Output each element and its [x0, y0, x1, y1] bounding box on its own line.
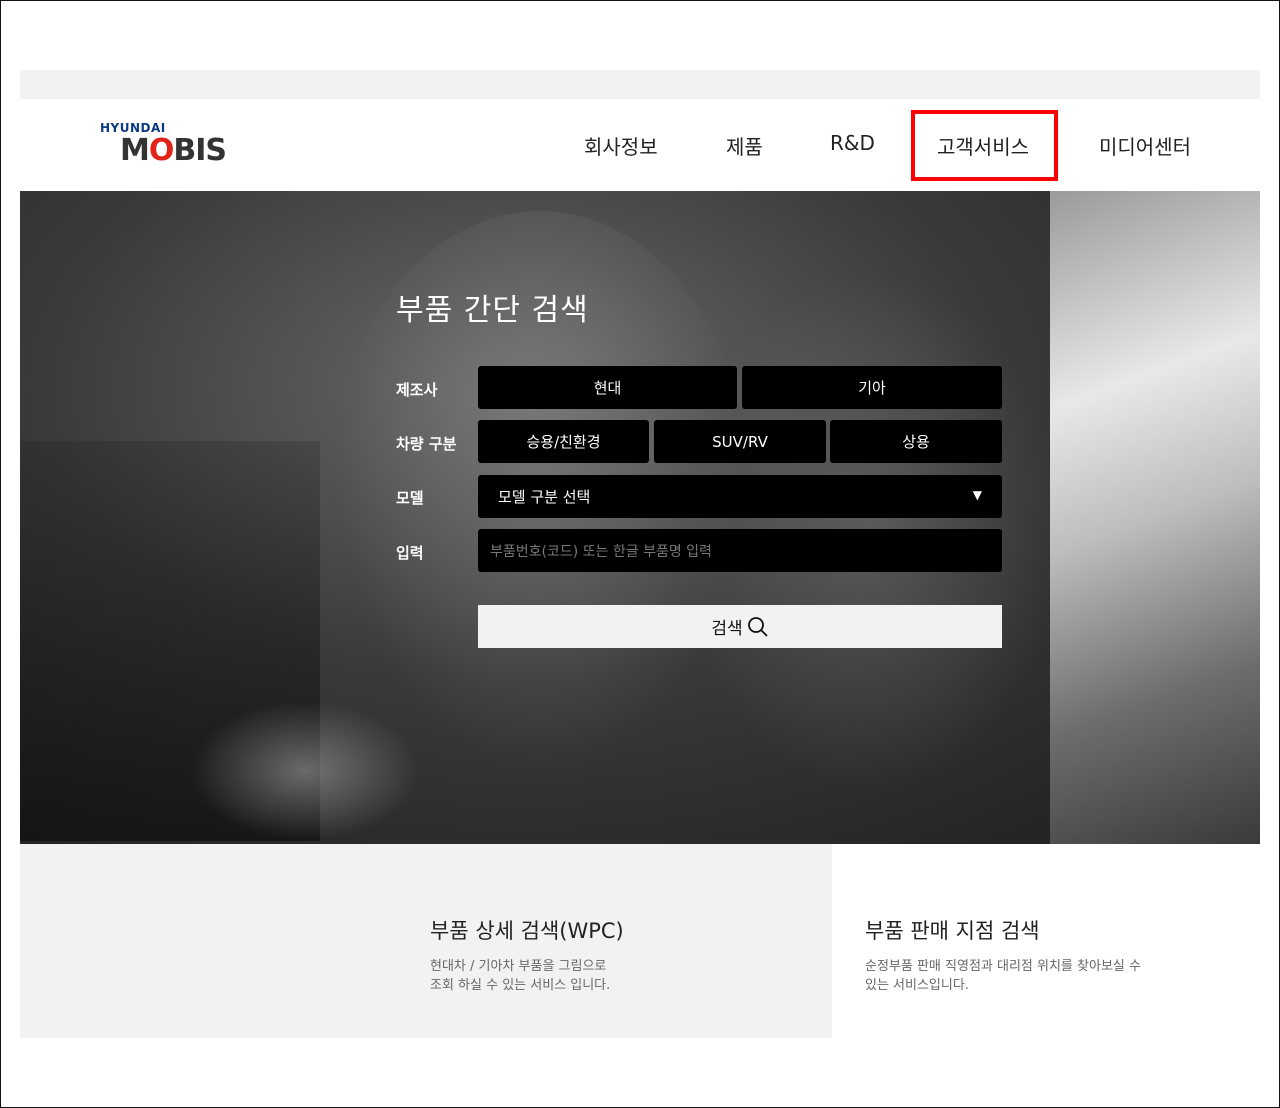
quick-search-title: 부품 간단 검색 [396, 293, 589, 328]
vehicle-type-label: 차량 구분 [396, 435, 457, 453]
search-button-label: 검색 [711, 619, 743, 639]
search-icon [747, 616, 768, 637]
manufacturer-kia-button[interactable]: 기아 [742, 366, 1002, 409]
branch-card-desc-1: 순정부품 판매 직영점과 대리점 위치를 찾아보실 수 [865, 959, 1141, 974]
hyundai-mobis-logo[interactable]: HYUNDAI MOBIS [100, 121, 230, 171]
model-label: 모델 [396, 489, 424, 507]
nav-item-products[interactable]: 제품 [726, 131, 763, 160]
part-search-input[interactable]: 부품번호(코드) 또는 한글 부품명 입력 [478, 529, 1002, 572]
site-header: HYUNDAI MOBIS 회사정보 제품 R&D 고객서비스 미디어센터 [20, 99, 1260, 191]
dropdown-arrow-icon: ▼ [972, 488, 982, 502]
nav-item-media-center[interactable]: 미디어센터 [1099, 131, 1191, 160]
nav-item-company[interactable]: 회사정보 [584, 131, 658, 160]
vehicle-type-passenger-button[interactable]: 승용/친환경 [478, 420, 649, 463]
vehicle-type-commercial-button[interactable]: 상용 [830, 420, 1002, 463]
branch-search-card[interactable]: 부품 판매 지점 검색 순정부품 판매 직영점과 대리점 위치를 찾아보실 수 … [832, 880, 1260, 1038]
wpc-card[interactable]: 부품 상세 검색(WPC) 현대차 / 기아차 부품을 그림으로 조회 하실 수… [20, 844, 832, 1038]
wpc-card-desc-1: 현대차 / 기아차 부품을 그림으로 [430, 959, 607, 974]
manufacturer-label: 제조사 [396, 381, 438, 399]
vehicle-type-suv-button[interactable]: SUV/RV [654, 420, 826, 463]
hero-banner: 부품 간단 검색 제조사 현대 기아 차량 구분 승용/친환경 SUV/RV 상… [20, 191, 1260, 844]
highlight-box [911, 110, 1058, 181]
wpc-card-title: 부품 상세 검색(WPC) [430, 919, 624, 943]
model-select[interactable]: 모델 구분 선택 ▼ [478, 475, 1002, 518]
top-strip [20, 70, 1260, 99]
wpc-card-desc-2: 조회 하실 수 있는 서비스 입니다. [430, 978, 611, 993]
nav-item-rnd[interactable]: R&D [830, 131, 875, 155]
logo-mobis-text: MOBIS [120, 133, 227, 168]
input-label: 입력 [396, 544, 424, 562]
branch-card-title: 부품 판매 지점 검색 [865, 919, 1040, 943]
branch-card-desc-2: 있는 서비스입니다. [865, 978, 969, 993]
search-button[interactable]: 검색 [478, 605, 1002, 648]
manufacturer-hyundai-button[interactable]: 현대 [478, 366, 737, 409]
model-select-value: 모델 구분 선택 [498, 488, 591, 506]
hero-knee-airbag-image [190, 701, 420, 841]
hero-side-airbag-image [1050, 191, 1260, 844]
